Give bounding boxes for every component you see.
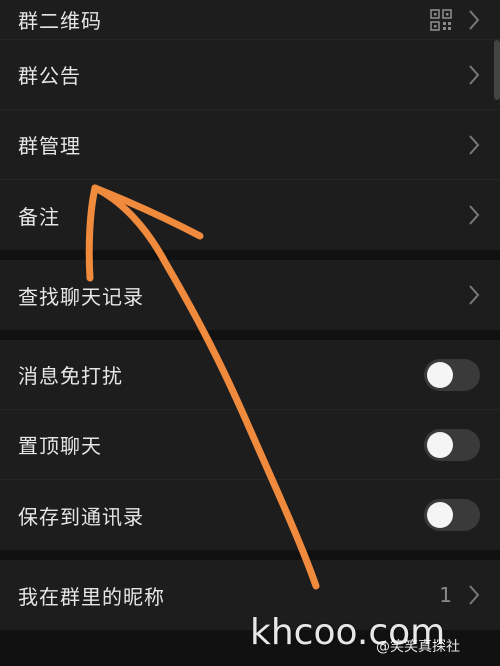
my-group-nickname-value: 1: [439, 583, 452, 607]
chevron-right-icon: [469, 585, 480, 605]
remark-label: 备注: [18, 204, 60, 229]
mute-notifications-label: 消息免打扰: [18, 364, 123, 388]
section-gap: [0, 550, 500, 560]
my-group-nickname-label: 我在群里的昵称: [18, 584, 165, 609]
search-chat-history-row[interactable]: 查找聊天记录: [0, 260, 500, 330]
settings-group-toggles: 消息免打扰 置顶聊天 保存到通讯录: [0, 340, 500, 550]
toggle-knob: [427, 502, 453, 528]
settings-group-top: 群二维码 群公告 群管理 备注: [0, 0, 500, 250]
group-management-label: 群管理: [18, 134, 81, 158]
pin-chat-label: 置顶聊天: [18, 434, 102, 458]
watermark-handle: @笑笑真探社: [376, 639, 460, 655]
search-chat-history-label: 查找聊天记录: [18, 284, 144, 309]
mute-notifications-toggle[interactable]: [424, 358, 480, 391]
qr-code-icon: [430, 8, 452, 31]
group-announcement-row[interactable]: 群公告: [0, 40, 500, 110]
toggle-knob: [427, 431, 453, 458]
pin-chat-row: 置顶聊天: [0, 410, 500, 480]
save-to-contacts-label: 保存到通讯录: [18, 504, 144, 529]
chevron-right-icon: [469, 64, 480, 85]
group-settings-screen: 群二维码 群公告 群管理 备注 查找聊天记录 消息免打扰 置顶聊天 保存到通讯录…: [0, 0, 500, 666]
pin-chat-toggle[interactable]: [424, 428, 480, 461]
section-gap: [0, 330, 500, 340]
scrollbar[interactable]: [494, 40, 500, 100]
qr-code-row[interactable]: 群二维码: [0, 0, 500, 40]
settings-group-search: 查找聊天记录: [0, 260, 500, 330]
qr-code-label: 群二维码: [18, 9, 102, 33]
save-to-contacts-row: 保存到通讯录: [0, 480, 500, 550]
chevron-right-icon: [469, 134, 480, 155]
toggle-knob: [427, 361, 453, 388]
chevron-right-icon: [469, 285, 480, 305]
section-gap: [0, 250, 500, 260]
group-management-row[interactable]: 群管理: [0, 110, 500, 180]
save-to-contacts-toggle[interactable]: [424, 499, 480, 531]
mute-notifications-row: 消息免打扰: [0, 340, 500, 410]
chevron-right-icon: [469, 205, 480, 225]
group-announcement-label: 群公告: [18, 64, 81, 88]
remark-row[interactable]: 备注: [0, 180, 500, 250]
chevron-right-icon: [469, 9, 480, 30]
